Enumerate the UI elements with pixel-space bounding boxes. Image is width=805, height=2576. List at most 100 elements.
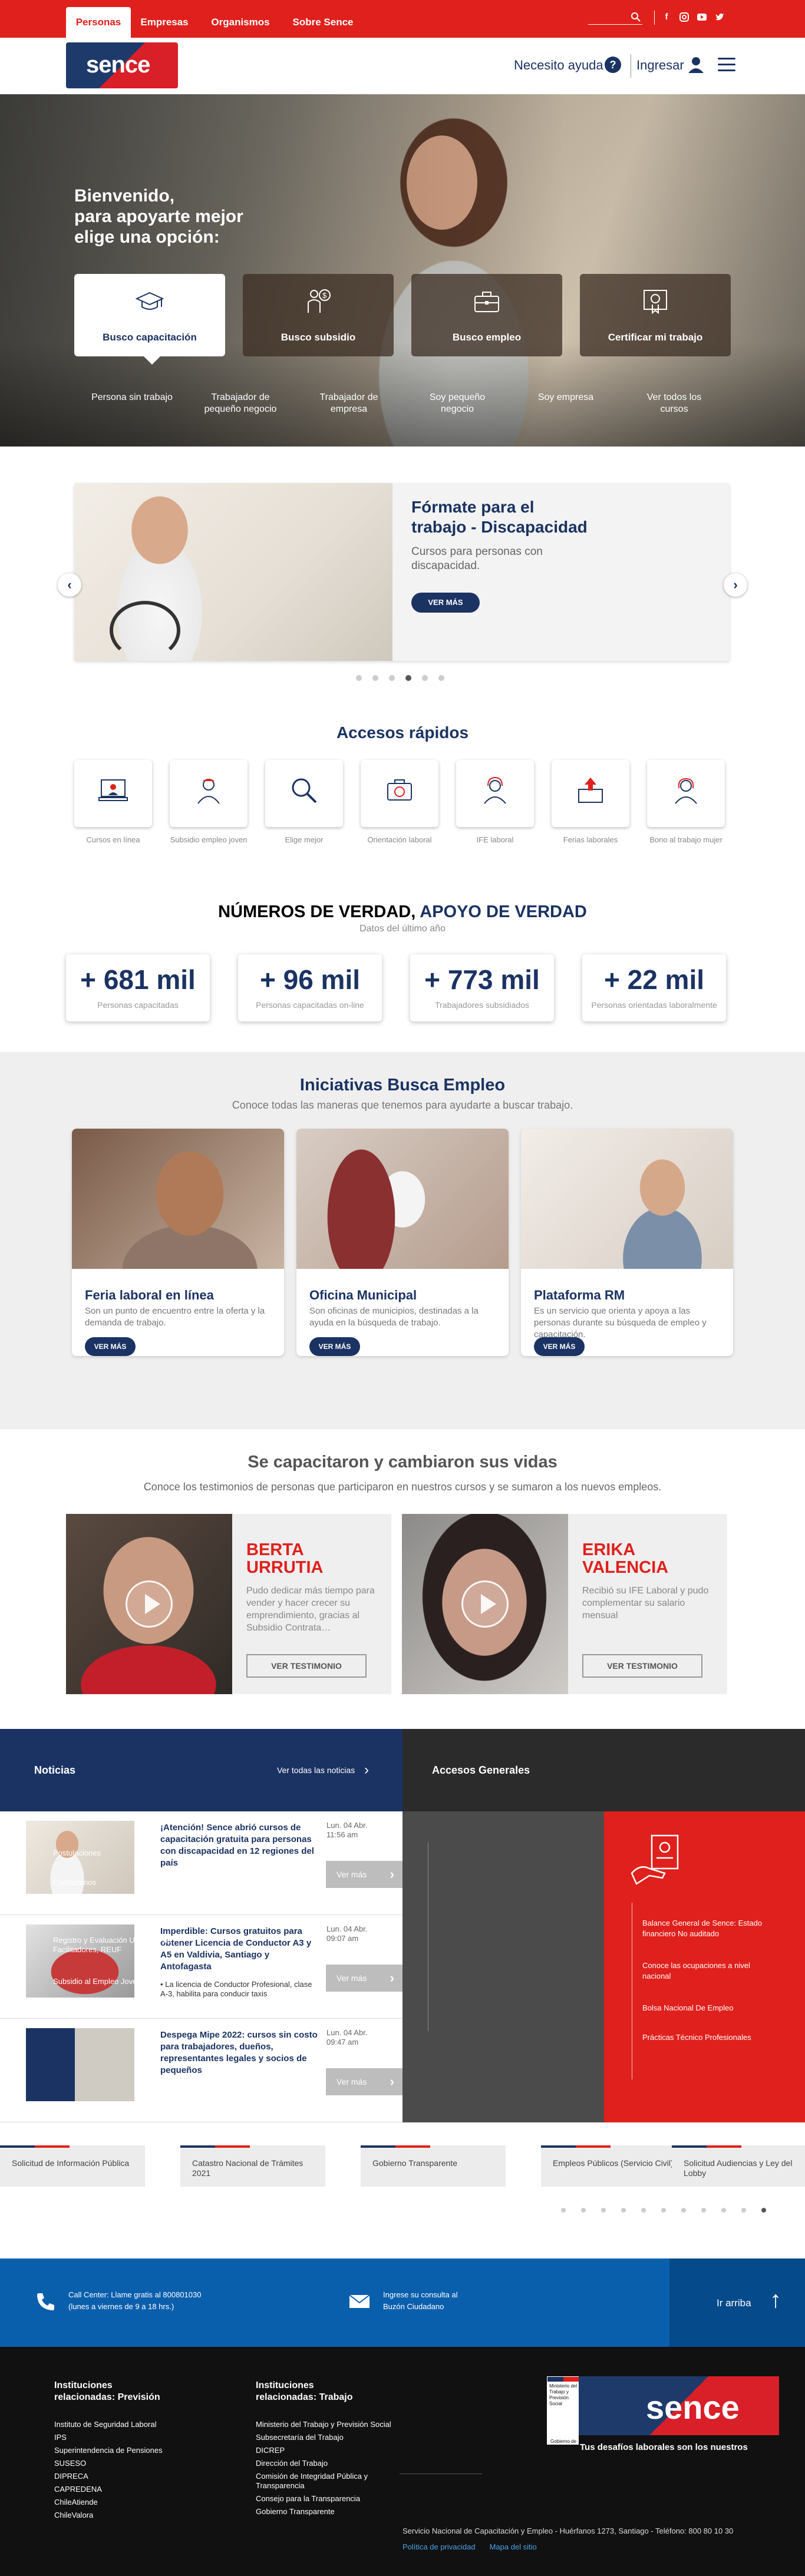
pagination-dot-active[interactable]	[761, 2208, 766, 2213]
card-busco-capacitacion[interactable]: Busco capacitación	[74, 274, 225, 365]
carousel-ver-mas-button[interactable]: VER MÁS	[411, 593, 480, 613]
pagination-dot[interactable]	[701, 2208, 706, 2213]
acceso-general-link[interactable]: Contáctenos	[53, 1878, 183, 1887]
tab-sobre-sence[interactable]: Sobre Sence	[286, 7, 359, 38]
acceso-general-link[interactable]: Balance General de Sence: Estado financi…	[642, 1918, 772, 1939]
option-persona-sin-trabajo[interactable]: Persona sin trabajo	[91, 392, 173, 404]
acceso-general-link[interactable]: Postulaciones	[53, 1848, 183, 1858]
carousel-dot[interactable]	[438, 675, 444, 681]
institutional-link-card[interactable]: Catastro Nacional de Trámites 2021	[180, 2145, 325, 2187]
option-soy-pequeno-negocio[interactable]: Soy pequeño negocio	[416, 392, 499, 415]
footer-link[interactable]: Consejo para la Transparencia	[256, 2494, 360, 2504]
sence-logo[interactable]: sence	[66, 42, 178, 88]
ver-testimonio-button[interactable]: VER TESTIMONIO	[582, 1654, 702, 1678]
pagination-dot[interactable]	[681, 2208, 686, 2213]
footer-link[interactable]: Instituto de Seguridad Laboral	[54, 2420, 156, 2429]
institutional-link-card[interactable]: Empleos Públicos (Servicio Civil)	[541, 2145, 686, 2187]
acceso-general-link[interactable]: Bolsa Nacional De Empleo	[642, 2003, 772, 2013]
ver-mas-button[interactable]: Ver más ›	[326, 1965, 402, 1992]
ver-todas-noticias-link[interactable]: Ver todas las noticias	[277, 1765, 355, 1775]
hamburger-menu-icon[interactable]	[718, 58, 735, 72]
acceso-general-link[interactable]: Subsidio al Empleo Joven	[53, 1977, 183, 1986]
tab-personas[interactable]: Personas	[66, 7, 131, 38]
iniciativa-card[interactable]: Feria laboral en línea Son un punto de e…	[72, 1129, 284, 1356]
acceso-orientacion-laboral[interactable]	[361, 760, 438, 827]
acceso-ferias-laborales[interactable]	[552, 760, 629, 827]
pagination-dot[interactable]	[641, 2208, 646, 2213]
search-icon[interactable]	[631, 12, 641, 22]
ir-arriba-button[interactable]: Ir arriba ↑	[669, 2258, 805, 2347]
footer-link[interactable]: Dirección del Trabajo	[256, 2459, 328, 2468]
card-certificar-trabajo[interactable]: Certificar mi trabajo	[580, 274, 731, 356]
acceso-general-link[interactable]: Registro y Evaluación Unificado de Facil…	[53, 1936, 174, 1955]
pagination-dot[interactable]	[581, 2208, 586, 2213]
ver-mas-button[interactable]: VER MÁS	[534, 1337, 585, 1356]
pagination-dot[interactable]	[561, 2208, 566, 2213]
institutional-link-card[interactable]: Gobierno Transparente	[361, 2145, 506, 2187]
question-icon[interactable]: ?	[605, 57, 621, 73]
privacy-link[interactable]: Política de privacidad	[402, 2542, 476, 2551]
option-soy-empresa[interactable]: Soy empresa	[524, 392, 607, 404]
option-ver-todos-cursos[interactable]: Ver todos los cursos	[633, 392, 715, 415]
acceso-ife-laboral[interactable]	[456, 760, 534, 827]
iniciativa-card[interactable]: Oficina Municipal Son oficinas de munici…	[296, 1129, 509, 1356]
news-item[interactable]: Imperdible: Cursos gratuitos para obtene…	[0, 1915, 402, 2019]
card-busco-empleo[interactable]: Busco empleo	[411, 274, 562, 356]
facebook-icon[interactable]: f	[661, 12, 672, 22]
footer-link[interactable]: DICREP	[256, 2446, 285, 2455]
acceso-general-link[interactable]: Bono al trabajo de la Mujer	[53, 2006, 183, 2016]
ver-mas-button[interactable]: Ver más ›	[326, 1861, 402, 1888]
user-icon[interactable]	[687, 55, 705, 74]
footer-link[interactable]: Subsecretaría del Trabajo	[256, 2433, 344, 2442]
footer-link[interactable]: DIPRECA	[54, 2472, 88, 2481]
footer-link[interactable]: Superintendencia de Pensiones	[54, 2446, 163, 2455]
acceso-general-link[interactable]: Prácticas Técnico Profesionales	[642, 2032, 772, 2043]
twitter-icon[interactable]	[714, 12, 725, 22]
acceso-elige-mejor[interactable]	[265, 760, 343, 827]
pagination-dot[interactable]	[661, 2208, 666, 2213]
acceso-subsidio-empleo-joven[interactable]	[170, 760, 248, 827]
acceso-general-link[interactable]: GEO-SENCE	[53, 1907, 183, 1917]
tab-empresas[interactable]: Empresas	[137, 7, 192, 38]
youtube-icon[interactable]	[697, 12, 707, 22]
institutional-link-card[interactable]: Solicitud de Información Pública	[0, 2145, 145, 2187]
tab-organismos[interactable]: Organismos	[205, 7, 276, 38]
option-trabajador-empresa[interactable]: Trabajador de empresa	[308, 392, 390, 415]
pagination-dot[interactable]	[601, 2208, 606, 2213]
buzon-ciudadano-link[interactable]: Ingrese su consulta al Buzón Ciudadano	[383, 2289, 457, 2313]
option-trabajador-pequeno-negocio[interactable]: Trabajador de pequeño negocio	[199, 392, 282, 415]
footer-link[interactable]: IPS	[54, 2433, 67, 2442]
play-icon[interactable]	[126, 1580, 173, 1628]
play-icon[interactable]	[461, 1580, 509, 1628]
news-item[interactable]: ¡Atención! Sence abrió cursos de capacit…	[0, 1811, 402, 1915]
card-busco-subsidio[interactable]: $ Busco subsidio	[243, 274, 394, 356]
sitemap-link[interactable]: Mapa del sitio	[490, 2542, 537, 2551]
footer-link[interactable]: ChileAtiende	[54, 2498, 98, 2507]
footer-link[interactable]: Ministerio del Trabajo y Previsión Socia…	[256, 2420, 391, 2429]
call-center-text[interactable]: Call Center: Llame gratis al 800801030 (…	[68, 2289, 201, 2313]
ver-testimonio-button[interactable]: VER TESTIMONIO	[246, 1654, 367, 1678]
news-item[interactable]: Despega Mipe 2022: cursos sin costo para…	[0, 2019, 402, 2122]
carousel-dot-active[interactable]	[405, 675, 411, 681]
acceso-general-link[interactable]: Conoce las ocupaciones a nivel nacional	[642, 1960, 772, 1982]
carousel-prev-arrow-icon[interactable]: ‹	[58, 573, 81, 597]
login-link[interactable]: Ingresar	[636, 58, 684, 73]
ver-mas-button[interactable]: VER MÁS	[309, 1337, 360, 1356]
ver-mas-button[interactable]: VER MÁS	[85, 1337, 136, 1356]
carousel-next-arrow-icon[interactable]: ›	[724, 573, 747, 597]
acceso-bono-trabajo-mujer[interactable]	[647, 760, 725, 827]
carousel-dot[interactable]	[389, 675, 395, 681]
help-link[interactable]: Necesito ayuda	[514, 58, 603, 73]
footer-link[interactable]: Gobierno Transparente	[256, 2507, 335, 2517]
iniciativa-card[interactable]: Plataforma RM Es un servicio que orienta…	[521, 1129, 733, 1356]
footer-link[interactable]: Comisión de Integridad Pública y Transpa…	[256, 2472, 385, 2491]
pagination-dot[interactable]	[721, 2208, 726, 2213]
pagination-dot[interactable]	[621, 2208, 626, 2213]
acceso-cursos-en-linea[interactable]	[74, 760, 152, 827]
footer-link[interactable]: CAPREDENA	[54, 2485, 102, 2494]
pagination-dot[interactable]	[741, 2208, 746, 2213]
ver-mas-button[interactable]: Ver más ›	[326, 2068, 402, 2095]
carousel-dot[interactable]	[356, 675, 362, 681]
institutional-link-card[interactable]: Solicitud Audiencias y Ley del Lobby	[672, 2145, 805, 2187]
instagram-icon[interactable]	[679, 12, 689, 22]
